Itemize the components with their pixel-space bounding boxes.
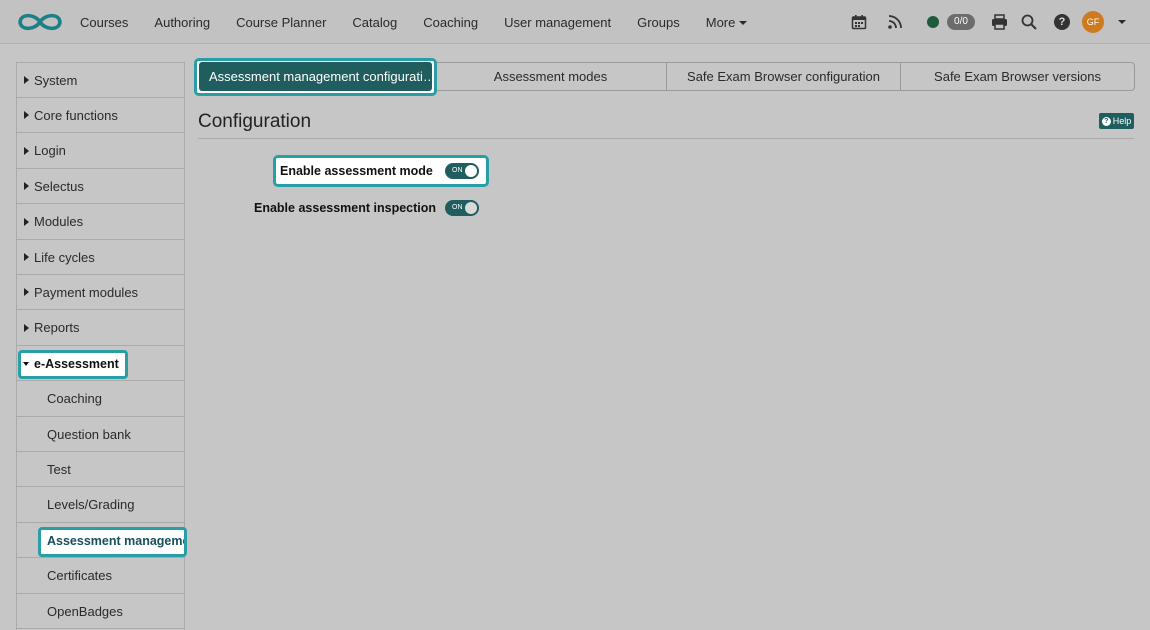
sidebar-item-modules[interactable]: Modules — [17, 205, 184, 240]
chevron-right-icon — [24, 146, 29, 155]
nav-courses[interactable]: Courses — [80, 15, 128, 30]
nav-groups[interactable]: Groups — [637, 15, 680, 30]
sidebar-subitem-test[interactable]: Test — [17, 452, 184, 488]
avatar[interactable]: GF — [1082, 11, 1104, 33]
sidebar-item-label: Core functions — [34, 107, 118, 123]
sidebar-item-payment-modules[interactable]: Payment modules — [17, 275, 184, 311]
sidebar-item-label: OpenBadges — [47, 603, 123, 619]
chevron-right-icon — [24, 217, 29, 226]
nav-catalog[interactable]: Catalog — [352, 15, 397, 30]
sidebar-item-label: Question bank — [47, 426, 131, 442]
sidebar-item-system[interactable]: System — [17, 63, 184, 98]
nav-more[interactable]: More — [706, 15, 748, 30]
page-title: Configuration — [198, 111, 312, 132]
search-icon[interactable] — [1021, 12, 1037, 32]
sidebar-item-label: Coaching — [47, 391, 102, 407]
sidebar-subitem-certificates[interactable]: Certificates — [17, 559, 184, 594]
main-menu: Courses Authoring Course Planner Catalog… — [68, 0, 761, 44]
sidebar-item-label: Selectus — [34, 178, 84, 194]
calendar-icon[interactable] — [851, 12, 867, 32]
rss-icon[interactable] — [887, 12, 903, 32]
chevron-down-icon — [739, 21, 748, 26]
enable-assessment-inspection-label: Enable assessment inspection — [254, 201, 437, 215]
sidebar-item-label: Life cycles — [34, 249, 95, 265]
help-icon[interactable]: ? — [1054, 14, 1070, 30]
title-divider — [198, 138, 1134, 139]
online-status-dot[interactable] — [927, 16, 939, 28]
tab-seb-configuration[interactable]: Safe Exam Browser configuration — [666, 62, 901, 91]
chevron-right-icon — [24, 288, 29, 297]
toggle-state: ON — [452, 204, 463, 211]
nav-coaching[interactable]: Coaching — [423, 15, 478, 30]
enable-assessment-inspection-toggle[interactable]: ON — [445, 200, 479, 216]
sidebar-item-login[interactable]: Login — [17, 134, 184, 169]
toggle-knob — [465, 165, 477, 177]
help-button-label: Help — [1112, 116, 1132, 126]
enable-assessment-mode-toggle[interactable]: ON — [445, 163, 479, 179]
sidebar-item-selectus[interactable]: Selectus — [17, 169, 184, 205]
nav-more-label: More — [705, 14, 736, 30]
sidebar-subitem-assessment-management[interactable]: Assessment management — [47, 534, 184, 548]
top-navigation: Courses Authoring Course Planner Catalog… — [0, 0, 1150, 44]
chevron-down-icon[interactable] — [1118, 20, 1126, 24]
sidebar-item-label: Payment modules — [34, 284, 139, 300]
sidebar-item-label: System — [34, 72, 78, 88]
sidebar-item-label: Levels/Grading — [47, 497, 135, 513]
sidebar-item-life-cycles[interactable]: Life cycles — [17, 240, 184, 275]
sidebar-item-label: Reports — [34, 320, 80, 336]
nav-user-management[interactable]: User management — [504, 15, 611, 30]
tab-assessment-modes[interactable]: Assessment modes — [434, 62, 667, 91]
sidebar-subitem-coaching[interactable]: Coaching — [17, 382, 184, 417]
chevron-right-icon — [24, 76, 29, 84]
tab-assessment-management-configuration[interactable]: Assessment management configurati… — [199, 62, 432, 91]
print-icon[interactable] — [991, 12, 1008, 32]
tab-seb-versions[interactable]: Safe Exam Browser versions — [900, 62, 1135, 91]
sidebar-subitem-openbadges[interactable]: OpenBadges — [17, 594, 184, 629]
sidebar-item-label: Certificates — [47, 568, 113, 584]
enable-assessment-mode-label: Enable assessment mode — [280, 164, 433, 178]
help-button[interactable]: ? Help — [1099, 113, 1134, 129]
chevron-right-icon — [24, 253, 29, 261]
chevron-right-icon — [24, 111, 29, 120]
sidebar-subitem-question-bank[interactable]: Question bank — [17, 417, 184, 452]
sidebar-item-e-assessment[interactable]: e-Assessment — [34, 357, 119, 371]
help-icon: ? — [1101, 116, 1111, 126]
nav-authoring[interactable]: Authoring — [154, 15, 210, 30]
sidebar-item-reports[interactable]: Reports — [17, 311, 184, 346]
toggle-knob — [465, 202, 477, 214]
notification-badge[interactable]: 0/0 — [947, 14, 975, 30]
chevron-down-icon — [23, 362, 29, 366]
openolat-logo[interactable] — [16, 9, 64, 35]
sidebar-item-label: Login — [34, 143, 66, 159]
sidebar-subitem-levels-grading[interactable]: Levels/Grading — [17, 488, 184, 523]
chevron-right-icon — [24, 182, 29, 191]
sidebar-item-label: Test — [47, 461, 71, 477]
chevron-right-icon — [24, 323, 29, 332]
toggle-state: ON — [452, 167, 463, 174]
sidebar-item-core-functions[interactable]: Core functions — [17, 98, 184, 134]
nav-course-planner[interactable]: Course Planner — [236, 15, 326, 30]
sidebar-item-label: Modules — [34, 214, 84, 230]
